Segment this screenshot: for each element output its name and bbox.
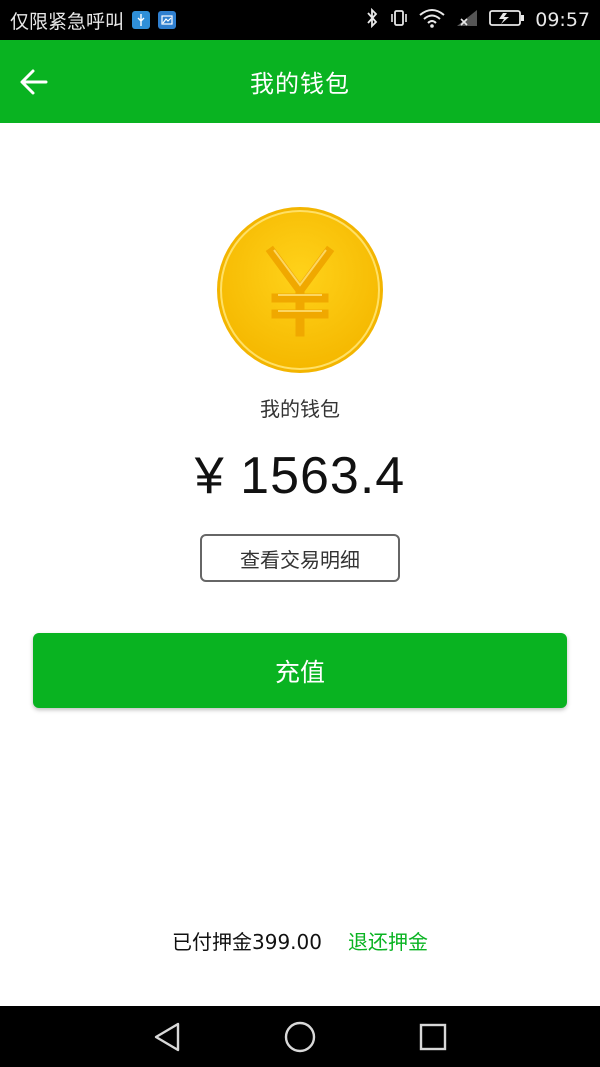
refund-deposit-link[interactable]: 退还押金 [348,926,428,955]
image-notification-icon [158,11,177,29]
vibrate-icon [389,8,409,32]
nav-home-button[interactable] [270,1012,330,1062]
balance-amount: ¥ 1563.4 [194,447,406,505]
navigation-bar [0,1006,600,1067]
recents-square-icon [420,1023,447,1050]
wallet-label: 我的钱包 [260,397,340,421]
deposit-row: 已付押金399.00 退还押金 [0,926,600,955]
nav-recents-button[interactable] [403,1012,463,1062]
yuan-coin-icon [216,206,384,374]
no-signal-icon [455,8,479,32]
home-circle-icon [284,1021,316,1052]
view-transactions-button[interactable]: 查看交易明细 [200,534,400,582]
nav-back-button[interactable] [137,1012,197,1062]
arrow-left-icon [20,69,48,95]
status-left: 仅限紧急呼叫 [10,7,177,34]
recharge-button[interactable]: 充值 [33,633,567,708]
bluetooth-icon [365,7,379,32]
deposit-paid-text: 已付押金399.00 [172,930,322,954]
usb-notification-icon [132,11,151,29]
status-right: 09:57 [365,7,590,32]
app-bar: 我的钱包 [0,40,600,123]
status-bar: 仅限紧急呼叫 09:57 [0,0,600,40]
clock: 09:57 [535,9,590,31]
back-triangle-icon [154,1022,179,1051]
page-title: 我的钱包 [250,70,350,98]
battery-charging-icon [489,8,525,32]
carrier-text: 仅限紧急呼叫 [10,10,125,33]
wifi-icon [419,8,445,32]
back-button[interactable] [14,62,54,102]
